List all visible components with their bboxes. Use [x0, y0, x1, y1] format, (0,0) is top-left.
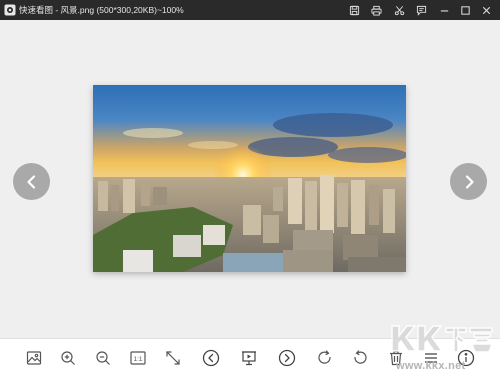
- print-button[interactable]: [369, 3, 383, 17]
- slideshow-icon: [242, 351, 256, 366]
- next-icon: [278, 349, 296, 367]
- chevron-left-icon: [26, 174, 35, 189]
- watermark-url: www.kkx.net: [396, 360, 466, 372]
- kkx-watermark-logo: [391, 325, 494, 353]
- edit-note-button[interactable]: [414, 3, 428, 17]
- maximize-icon: [460, 5, 470, 15]
- app-logo-icon: [4, 4, 16, 16]
- previous-icon: [202, 349, 220, 367]
- slideshow-button[interactable]: [238, 347, 260, 369]
- rotate-right-button[interactable]: [314, 347, 336, 369]
- fit-screen-icon: [166, 351, 180, 365]
- image-canvas[interactable]: [0, 20, 500, 338]
- next-image-button[interactable]: [450, 163, 487, 200]
- open-image-button[interactable]: [23, 347, 45, 369]
- minimize-icon: [440, 9, 448, 12]
- image-viewer-window: 快速看图 - 风景.png (500*300,20KB)~100% 1:1 ww…: [0, 0, 500, 376]
- rotate-left-icon: [354, 350, 367, 364]
- image-icon: [26, 351, 42, 365]
- window-title: 快速看图 - 风景.png (500*300,20KB)~100%: [19, 5, 184, 15]
- rotate-right-icon: [318, 350, 331, 364]
- next-button[interactable]: [276, 347, 298, 369]
- save-button[interactable]: [347, 3, 361, 17]
- save-icon: [349, 5, 359, 15]
- print-icon: [370, 5, 382, 16]
- zoom-in-icon: [61, 351, 75, 365]
- actual-size-icon: 1:1: [130, 351, 146, 365]
- site-watermark: www.kkx.net: [388, 320, 496, 374]
- title-bar[interactable]: 快速看图 - 风景.png (500*300,20KB)~100%: [0, 0, 500, 20]
- edit-note-icon: [416, 5, 426, 16]
- previous-image-button[interactable]: [13, 163, 50, 200]
- actual-size-button[interactable]: 1:1: [127, 347, 149, 369]
- close-icon: [482, 6, 490, 14]
- minimize-button[interactable]: [437, 3, 451, 17]
- crop-icon: [394, 5, 404, 15]
- maximize-button[interactable]: [458, 3, 472, 17]
- previous-button[interactable]: [200, 347, 222, 369]
- landscape-photo: [93, 85, 406, 272]
- chevron-right-icon: [465, 174, 474, 189]
- zoom-out-button[interactable]: [92, 347, 114, 369]
- actual-size-label: 1:1: [133, 356, 142, 363]
- displayed-photo: [93, 85, 406, 272]
- close-button[interactable]: [479, 3, 493, 17]
- zoom-out-icon: [96, 351, 110, 365]
- rotate-left-button[interactable]: [349, 347, 371, 369]
- fit-screen-button[interactable]: [162, 347, 184, 369]
- zoom-in-button[interactable]: [57, 347, 79, 369]
- crop-button[interactable]: [392, 3, 406, 17]
